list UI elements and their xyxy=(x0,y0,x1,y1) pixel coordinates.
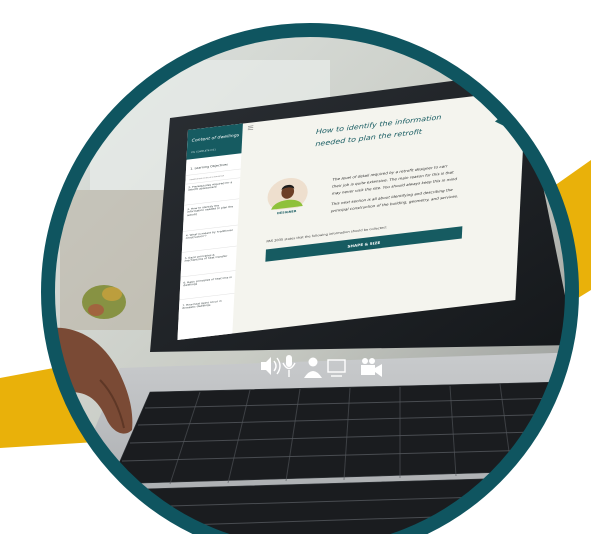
laptop-screen: Content of dwellings 0% COMPLETE 0/11 1.… xyxy=(177,90,526,340)
promo-scene: Content of dwellings 0% COMPLETE 0/11 1.… xyxy=(0,23,591,534)
